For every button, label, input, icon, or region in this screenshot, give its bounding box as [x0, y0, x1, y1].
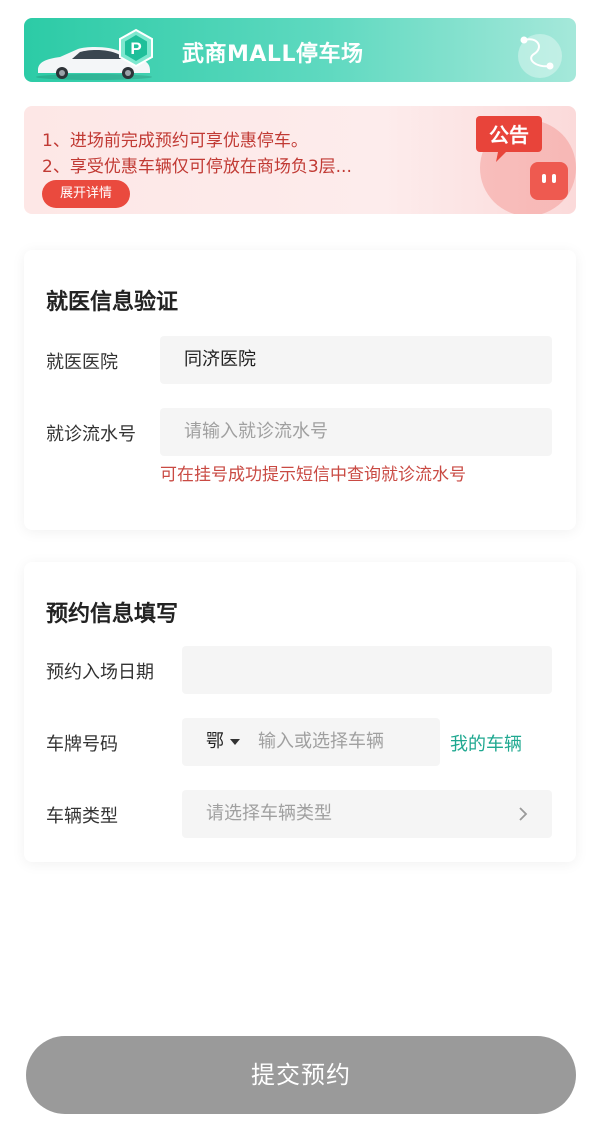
- parking-header-banner: P 武商MALL停车场: [24, 18, 576, 82]
- vehicle-type-label: 车辆类型: [46, 806, 118, 827]
- notice-line-1: 1、进场前完成预约可享优惠停车。: [42, 131, 308, 151]
- notice-line-2: 2、享受优惠车辆仅可停放在商场负3层...: [42, 157, 352, 177]
- expand-details-button[interactable]: 展开详情: [42, 180, 131, 208]
- section-title-medical: 就医信息验证: [46, 290, 179, 315]
- vehicle-type-select[interactable]: 请选择车辆类型: [182, 790, 552, 838]
- chevron-down-icon: [230, 739, 240, 745]
- plate-number-label: 车牌号码: [46, 734, 118, 755]
- svg-text:P: P: [130, 39, 141, 58]
- serial-number-label: 就诊流水号: [46, 424, 136, 445]
- svg-text:公告: 公告: [489, 123, 529, 147]
- serial-number-placeholder: 请输入就诊流水号: [184, 421, 328, 442]
- my-vehicles-link[interactable]: 我的车辆: [450, 730, 522, 756]
- entry-date-input[interactable]: [182, 646, 552, 694]
- entry-date-label: 预约入场日期: [46, 662, 154, 683]
- route-icon: [518, 34, 562, 78]
- serial-number-hint: 可在挂号成功提示短信中查询就诊流水号: [160, 465, 466, 485]
- plate-number-field[interactable]: 鄂 输入或选择车辆: [182, 718, 440, 766]
- reservation-page: P 武商MALL停车场 1、进场前完成预约可享优惠停车。 2、享受优惠车辆仅可停…: [0, 0, 600, 1132]
- medical-verification-card: 就医信息验证 就医医院 同济医院 就诊流水号 请输入就诊流水号 可在挂号成功提示…: [24, 250, 576, 530]
- parking-badge-icon: P: [119, 28, 153, 68]
- plate-province-value: 鄂: [206, 731, 224, 752]
- hospital-label: 就医医院: [46, 352, 118, 373]
- serial-number-input[interactable]: 请输入就诊流水号: [160, 408, 552, 456]
- notice-speaker-icon: 公告: [476, 116, 576, 214]
- chevron-right-icon: [519, 807, 528, 821]
- hospital-field[interactable]: 同济医院: [160, 336, 552, 384]
- notice-banner: 1、进场前完成预约可享优惠停车。 2、享受优惠车辆仅可停放在商场负3层... 展…: [24, 106, 576, 214]
- reservation-info-card: 预约信息填写 预约入场日期 车牌号码 鄂 输入或选择车辆 我的车辆 车辆类型 请…: [24, 562, 576, 862]
- hospital-value: 同济医院: [184, 349, 256, 370]
- vehicle-type-placeholder: 请选择车辆类型: [206, 803, 332, 824]
- parking-lot-title: 武商MALL停车场: [182, 42, 364, 67]
- plate-province-select[interactable]: 鄂: [182, 718, 240, 766]
- submit-reservation-button[interactable]: 提交预约: [26, 1036, 576, 1114]
- section-title-reservation: 预约信息填写: [46, 602, 179, 627]
- plate-number-input[interactable]: 输入或选择车辆: [258, 718, 384, 766]
